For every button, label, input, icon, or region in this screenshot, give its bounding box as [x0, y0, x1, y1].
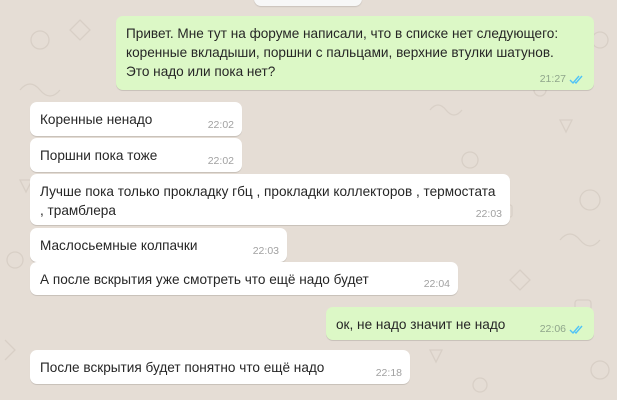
message-bubble-outgoing[interactable]: ок, не надо значит не надо 22:06	[326, 307, 594, 340]
message-meta: 22:03	[253, 244, 279, 258]
message-time: 22:06	[539, 322, 566, 335]
message-bubble-incoming[interactable]: Маслосьемные колпачки 22:03	[30, 228, 287, 262]
message-time: 21:27	[539, 72, 566, 85]
message-meta: 22:02	[208, 154, 234, 168]
message-time: 22:03	[475, 207, 502, 220]
scroll-date-indicator	[254, 0, 362, 6]
message-text: После вскрытия будет понятно что ещё над…	[40, 360, 325, 375]
message-time: 22:18	[375, 366, 402, 379]
message-meta: 22:02	[208, 118, 234, 132]
message-bubble-incoming[interactable]: А после вскрытия уже смотреть что ещё на…	[30, 262, 458, 295]
double-check-read-icon	[569, 325, 583, 334]
message-meta: 22:04	[424, 277, 450, 291]
message-bubble-incoming[interactable]: Лучше пока только прокладку гбц , прокла…	[30, 174, 510, 225]
message-bubble-incoming[interactable]: После вскрытия будет понятно что ещё над…	[30, 350, 410, 384]
message-text: А после вскрытия уже смотреть что ещё на…	[40, 272, 369, 287]
message-text: Коренные ненадо	[40, 112, 153, 127]
message-meta: 22:06	[540, 322, 586, 336]
message-time: 22:02	[207, 118, 234, 131]
message-time: 22:04	[423, 277, 450, 290]
message-meta: 21:27	[540, 72, 586, 86]
message-meta: 22:18	[376, 366, 402, 380]
message-time: 22:03	[252, 244, 279, 257]
message-text: Маслосьемные колпачки	[40, 238, 198, 253]
double-check-read-icon	[569, 75, 583, 84]
message-meta: 22:03	[476, 207, 502, 221]
message-bubble-incoming[interactable]: Коренные ненадо 22:02	[30, 102, 242, 136]
message-text: Лучше пока только прокладку гбц , прокла…	[40, 184, 496, 218]
message-bubble-outgoing[interactable]: Привет. Мне тут на форуме написали, что …	[116, 16, 594, 90]
message-text: Поршни пока тоже	[40, 148, 158, 163]
message-bubble-incoming[interactable]: Поршни пока тоже 22:02	[30, 138, 242, 172]
message-text: ок, не надо значит не надо	[336, 317, 506, 332]
message-time: 22:02	[207, 154, 234, 167]
message-text: Привет. Мне тут на форуме написали, что …	[126, 26, 559, 79]
